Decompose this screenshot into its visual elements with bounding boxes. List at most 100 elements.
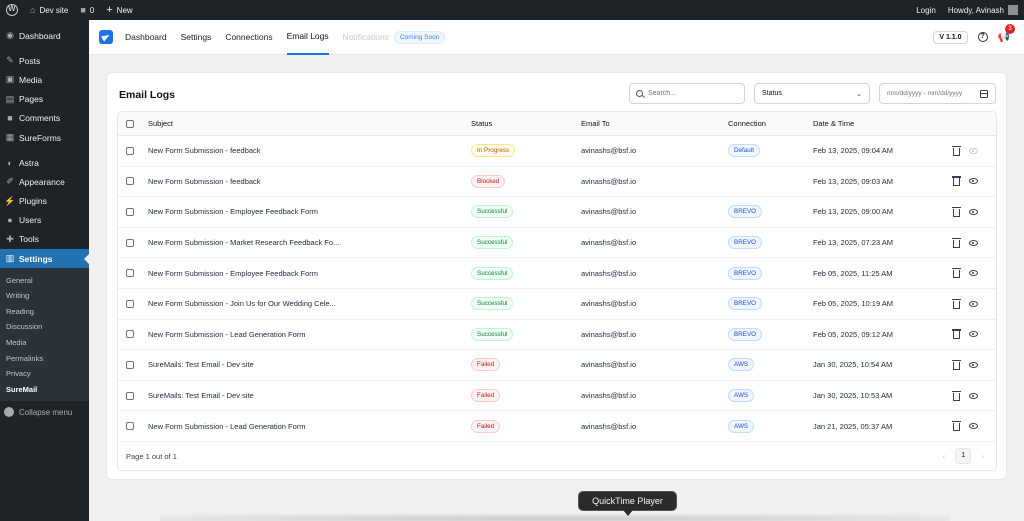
column-subject: Subject (148, 119, 174, 128)
site-name-link[interactable]: ⌂ Dev site (24, 0, 74, 20)
row-checkbox[interactable] (126, 177, 134, 186)
trash-icon[interactable] (952, 206, 961, 217)
tab-connections[interactable]: Connections (225, 20, 272, 55)
sidebar-item-comments[interactable]: ■ Comments (0, 109, 89, 128)
eye-icon[interactable] (969, 270, 978, 277)
eye-icon[interactable] (969, 361, 978, 368)
eye-icon[interactable] (969, 423, 978, 430)
row-checkbox[interactable] (126, 422, 134, 431)
table-row[interactable]: New Form Submission - Lead Generation Fo… (118, 411, 996, 442)
table-row[interactable]: New Form Submission - Employee Feedback … (118, 258, 996, 289)
sidebar-item-media[interactable]: ▣ Media (0, 70, 89, 89)
new-content-link[interactable]: + New (100, 0, 138, 20)
search-input[interactable] (648, 90, 738, 97)
table-row[interactable]: SureMails: Test Email - Dev site Failed … (118, 381, 996, 412)
row-checkbox[interactable] (126, 360, 134, 369)
row-checkbox[interactable] (126, 269, 134, 278)
sidebar-item-label: Appearance (19, 176, 65, 187)
trash-icon[interactable] (952, 237, 961, 248)
table-row[interactable]: New Form Submission - feedback Blocked a… (118, 167, 996, 198)
help-icon[interactable]: ? (977, 32, 988, 42)
trash-icon[interactable] (952, 359, 961, 370)
row-checkbox[interactable] (126, 299, 134, 308)
row-checkbox[interactable] (126, 207, 134, 216)
tab-email-logs[interactable]: Email Logs (286, 20, 329, 55)
trash-icon[interactable] (952, 145, 961, 156)
chevron-left-icon[interactable]: ‹ (943, 452, 946, 461)
sidebar-item-tools[interactable]: ✚ Tools (0, 230, 89, 249)
table-row[interactable]: New Form Submission - Lead Generation Fo… (118, 320, 996, 351)
eye-icon[interactable] (969, 208, 978, 215)
status-badge: Failed (471, 419, 501, 433)
sidebar-item-users[interactable]: ● Users (0, 211, 89, 230)
media-icon: ▣ (5, 74, 15, 85)
submenu-item-privacy[interactable]: Privacy (0, 366, 89, 382)
table-row[interactable]: New Form Submission - Employee Feedback … (118, 197, 996, 228)
trash-icon[interactable] (952, 298, 961, 309)
submenu-item-general[interactable]: General (0, 272, 89, 288)
table-row[interactable]: New Form Submission - Market Research Fe… (118, 228, 996, 259)
status-badge: Successful (471, 297, 514, 311)
eye-icon[interactable] (969, 331, 978, 338)
sidebar-item-astra[interactable]: ◐ Astra (0, 153, 89, 172)
login-link[interactable]: Login (910, 0, 942, 20)
wordpress-icon (6, 4, 18, 16)
row-checkbox[interactable] (126, 330, 134, 339)
user-icon: ● (7, 215, 13, 226)
sidebar-item-settings[interactable]: ▥ Settings (0, 249, 89, 269)
sidebar-item-pages[interactable]: ▤ Pages (0, 90, 89, 109)
row-checkbox[interactable] (126, 146, 134, 155)
trash-icon[interactable] (952, 176, 961, 187)
sidebar-item-appearance[interactable]: ✐ Appearance (0, 172, 89, 191)
sidebar-item-label: Posts (19, 55, 41, 66)
search-box[interactable] (629, 83, 745, 104)
submenu-item-suremail[interactable]: SureMail (0, 381, 89, 397)
row-checkbox[interactable] (126, 238, 134, 247)
eye-icon[interactable] (969, 300, 978, 307)
trash-icon[interactable] (952, 390, 961, 401)
collapse-menu-button[interactable]: Collapse menu (0, 403, 89, 421)
megaphone-icon[interactable]: 📢 3 (998, 23, 1015, 43)
my-account-link[interactable]: Howdy, Avinash (942, 0, 1024, 20)
sidebar-item-posts[interactable]: ✎ Posts (0, 51, 89, 70)
wrench-icon: ✚ (6, 233, 14, 244)
table-row[interactable]: New Form Submission - feedback In Progre… (118, 136, 996, 167)
trash-icon[interactable] (952, 421, 961, 432)
comments-link[interactable]: ■ 0 (74, 0, 100, 20)
row-email: avinashs@bsf.io (581, 268, 637, 278)
tab-dashboard[interactable]: Dashboard (125, 20, 167, 55)
table-row[interactable]: SureMails: Test Email - Dev site Failed … (118, 350, 996, 381)
select-all-checkbox[interactable] (126, 119, 134, 128)
eye-icon[interactable] (969, 178, 978, 185)
row-date: Feb 05, 2025, 11:25 AM (813, 268, 893, 278)
login-label: Login (916, 5, 936, 15)
submenu-item-discussion[interactable]: Discussion (0, 319, 89, 335)
chevron-right-icon[interactable]: › (981, 452, 984, 461)
submenu-item-media[interactable]: Media (0, 335, 89, 351)
page-title: Email Logs (119, 89, 176, 101)
trash-icon[interactable] (952, 268, 961, 279)
table-footer: Page 1 out of 1 ‹ 1 › (118, 442, 996, 470)
sidebar-item-plugins[interactable]: ⚡ Plugins (0, 192, 89, 211)
table-row[interactable]: New Form Submission - Join Us for Our We… (118, 289, 996, 320)
eye-icon[interactable] (969, 392, 978, 399)
page-icon: ▤ (5, 93, 15, 104)
trash-icon[interactable] (952, 329, 961, 340)
connection-badge: AWS (728, 389, 755, 403)
status-filter-select[interactable]: Status ⌄ (754, 83, 870, 104)
status-badge: In Progress (471, 144, 516, 158)
page-number-button[interactable]: 1 (955, 448, 972, 465)
submenu-item-permalinks[interactable]: Permalinks (0, 350, 89, 366)
connection-badge: BREVO (728, 266, 763, 280)
eye-icon[interactable] (969, 239, 978, 246)
submenu-item-reading[interactable]: Reading (0, 303, 89, 319)
sidebar-item-dashboard[interactable]: ◉ Dashboard (0, 26, 89, 45)
status-badge: Failed (471, 389, 501, 403)
avatar (1008, 5, 1018, 15)
row-checkbox[interactable] (126, 391, 134, 400)
submenu-item-writing[interactable]: Writing (0, 288, 89, 304)
date-range-picker[interactable]: mm/dd/yyyy - mm/dd/yyyy (879, 83, 996, 104)
sidebar-item-sureforms[interactable]: ▦ SureForms (0, 128, 89, 147)
wp-logo-button[interactable] (0, 0, 24, 20)
tab-settings[interactable]: Settings (181, 20, 212, 55)
